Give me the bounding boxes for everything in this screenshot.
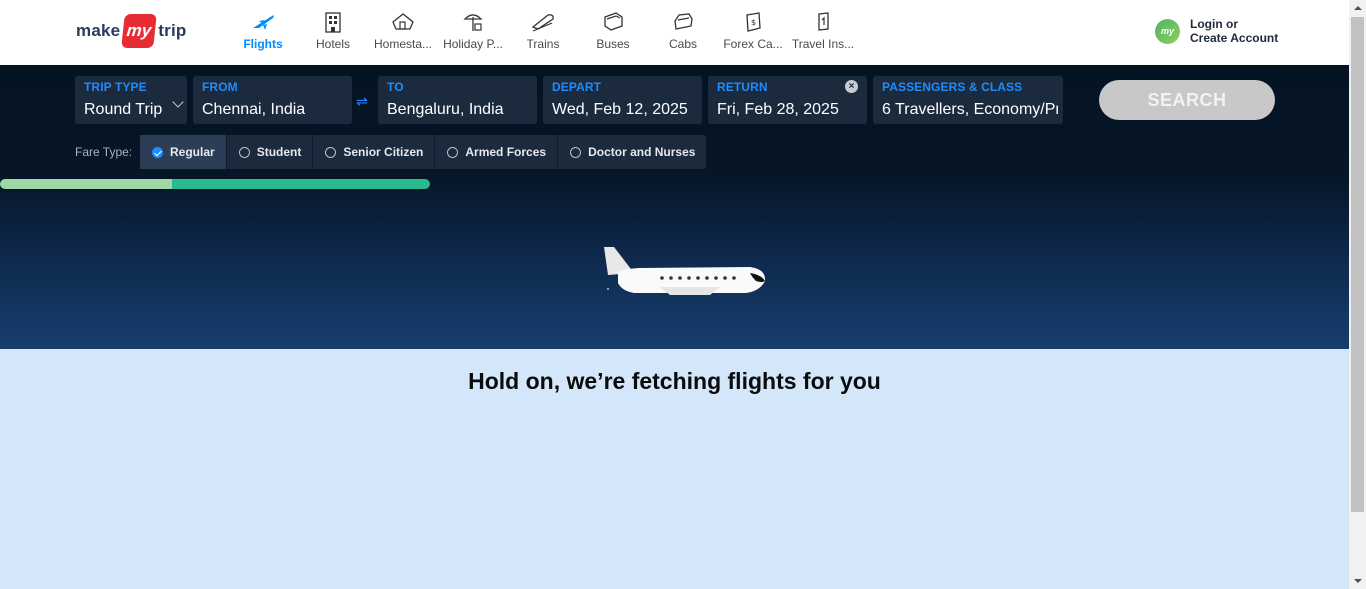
nav-travel-insurance[interactable]: Travel Ins...	[788, 0, 858, 65]
field-value: 6 Travellers, Economy/Pr	[882, 101, 1058, 118]
return-date-field[interactable]: RETURN × Fri, Feb 28, 2025	[708, 76, 867, 124]
fare-option-label: Student	[256, 145, 302, 159]
nav-holiday-packages[interactable]: Holiday P...	[438, 0, 508, 65]
fare-option-senior-citizen[interactable]: Senior Citizen	[313, 135, 436, 169]
login-text: Login or Create Account	[1190, 17, 1278, 45]
nav-label: Homesta...	[373, 37, 433, 51]
nav-label: Travel Ins...	[791, 37, 855, 51]
radio-icon	[238, 146, 250, 158]
cab-icon	[674, 13, 693, 30]
field-value: Wed, Feb 12, 2025	[552, 101, 688, 118]
homestay-icon	[392, 13, 414, 30]
nav-label: Forex Ca...	[723, 37, 783, 51]
avatar: my	[1155, 18, 1180, 44]
nav-label: Holiday P...	[443, 37, 503, 51]
nav-hotels[interactable]: Hotels	[298, 0, 368, 65]
nav-flights[interactable]: Flights	[228, 0, 298, 65]
field-value: Round Trip	[84, 101, 163, 118]
nav-label: Hotels	[315, 37, 350, 51]
field-value: Fri, Feb 28, 2025	[717, 101, 839, 118]
fare-option-label: Armed Forces	[465, 145, 547, 159]
nav-label: Trains	[526, 37, 560, 51]
field-value: Bengaluru, India	[387, 101, 504, 118]
field-value: Chennai, India	[202, 101, 306, 118]
field-label: TO	[387, 80, 404, 94]
top-header: make my trip Flights Hotels Homesta... H…	[0, 0, 1349, 65]
nav-label: Cabs	[668, 37, 697, 51]
scroll-up-icon[interactable]	[1354, 6, 1362, 10]
travel-insurance-icon	[818, 12, 829, 31]
clear-return-icon[interactable]: ×	[845, 80, 858, 93]
fare-type-label: Fare Type:	[75, 145, 133, 159]
nav-forex-card[interactable]: $ Forex Ca...	[718, 0, 788, 65]
loading-message: Hold on, we’re fetching flights for you	[468, 368, 881, 394]
nav-homestays[interactable]: Homesta...	[368, 0, 438, 65]
logo-my-badge: my	[121, 14, 158, 48]
makemytrip-logo[interactable]: make my trip	[76, 14, 186, 48]
fare-option-regular[interactable]: Regular	[140, 135, 227, 169]
fare-option-student[interactable]: Student	[227, 135, 314, 169]
chevron-down-icon	[172, 96, 184, 108]
holiday-package-icon	[463, 14, 483, 31]
passengers-class-field[interactable]: PASSENGERS & CLASS 6 Travellers, Economy…	[873, 76, 1063, 124]
logo-trip-text: trip	[158, 21, 187, 40]
product-nav: Flights Hotels Homesta... Holiday P... T…	[228, 0, 858, 65]
create-account-line: Create Account	[1190, 31, 1279, 45]
field-label: TRIP TYPE	[84, 80, 147, 94]
fare-option-doctor-nurses[interactable]: Doctor and Nurses	[558, 135, 706, 169]
field-label: FROM	[202, 80, 238, 94]
to-city-field[interactable]: TO Bengaluru, India	[378, 76, 537, 124]
hotel-icon	[325, 12, 341, 33]
fare-option-label: Senior Citizen	[343, 145, 424, 159]
scroll-down-icon[interactable]	[1354, 579, 1362, 583]
trip-type-dropdown[interactable]: TRIP TYPE Round Trip	[75, 76, 187, 124]
from-city-field[interactable]: FROM Chennai, India	[193, 76, 352, 124]
scrollbar-thumb[interactable]	[1351, 17, 1364, 512]
progress-fill	[0, 179, 172, 189]
fare-option-label: Regular	[170, 145, 215, 159]
depart-date-field[interactable]: DEPART Wed, Feb 12, 2025	[543, 76, 702, 124]
flight-icon	[253, 15, 274, 30]
radio-icon	[447, 146, 459, 158]
field-label: RETURN	[717, 80, 768, 94]
logo-make-text: make	[76, 21, 121, 40]
airplane-icon	[604, 247, 766, 295]
svg-text:$: $	[751, 18, 756, 27]
swap-cities-icon[interactable]: ⇌	[356, 93, 368, 110]
radio-checked-icon	[152, 146, 163, 158]
fare-type-options: Regular Student Senior Citizen Armed For…	[140, 135, 707, 169]
field-label: PASSENGERS & CLASS	[882, 80, 1023, 94]
forex-card-icon: $	[746, 12, 761, 32]
field-label: DEPART	[552, 80, 602, 94]
nav-label: Buses	[596, 37, 630, 51]
radio-icon	[325, 146, 337, 158]
train-icon	[531, 14, 554, 32]
nav-trains[interactable]: Trains	[508, 0, 578, 65]
bus-icon	[604, 12, 623, 31]
fare-option-armed-forces[interactable]: Armed Forces	[435, 135, 559, 169]
nav-label: Flights	[243, 37, 283, 51]
login-line: Login or	[1190, 17, 1238, 31]
search-button[interactable]: SEARCH	[1099, 80, 1275, 120]
radio-icon	[570, 146, 582, 158]
fare-option-label: Doctor and Nurses	[588, 145, 696, 159]
nav-buses[interactable]: Buses	[578, 0, 648, 65]
search-widget: TRIP TYPE Round Trip FROM Chennai, India…	[0, 65, 1349, 349]
loading-progress-bar	[0, 179, 430, 189]
login-create-account[interactable]: my Login or Create Account	[1155, 17, 1278, 45]
vertical-scrollbar[interactable]	[1349, 0, 1366, 589]
nav-cabs[interactable]: Cabs	[648, 0, 718, 65]
